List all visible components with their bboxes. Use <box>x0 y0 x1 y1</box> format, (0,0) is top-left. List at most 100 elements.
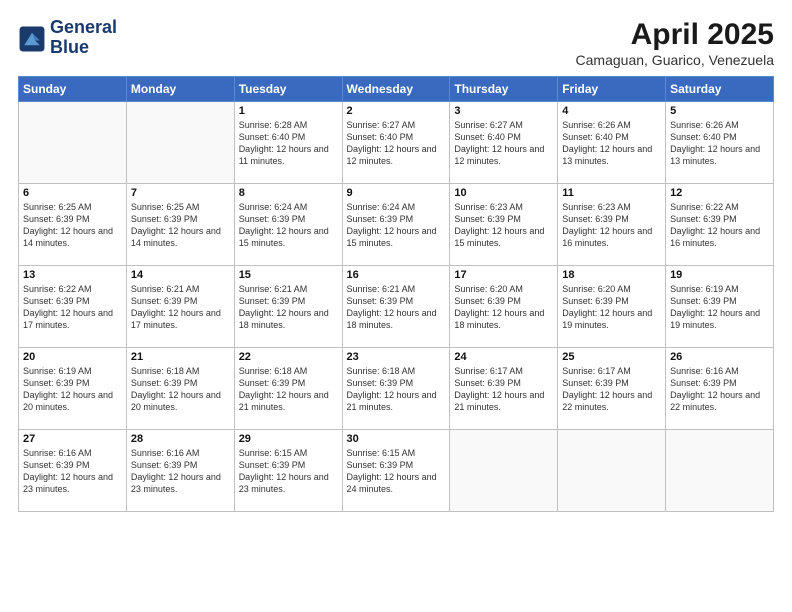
day-number: 13 <box>23 269 122 281</box>
day-detail: Sunrise: 6:26 AMSunset: 6:40 PMDaylight:… <box>562 119 661 168</box>
day-detail: Sunrise: 6:22 AMSunset: 6:39 PMDaylight:… <box>670 201 769 250</box>
calendar-cell: 4Sunrise: 6:26 AMSunset: 6:40 PMDaylight… <box>558 102 666 184</box>
calendar-cell: 24 Sunrise: 6:17 AMSunset: 6:39 PMDayligh… <box>450 348 558 430</box>
calendar-subtitle: Camaguan, Guarico, Venezuela <box>576 52 774 68</box>
day-number: 15 <box>239 269 338 281</box>
day-number: 9 <box>347 187 446 199</box>
day-detail: Sunrise: 6:15 AMSunset: 6:39 PMDaylight:… <box>347 447 446 496</box>
day-detail: Sunrise: 6:25 AMSunset: 6:39 PMDaylight:… <box>23 201 122 250</box>
day-detail: Sunrise: 6:26 AMSunset: 6:40 PMDaylight:… <box>670 119 769 168</box>
day-number: 16 <box>347 269 446 281</box>
calendar-cell: 26 Sunrise: 6:16 AMSunset: 6:39 PMDayligh… <box>666 348 774 430</box>
calendar-cell <box>126 102 234 184</box>
day-detail: Sunrise: 6:20 AMSunset: 6:39 PMDaylight:… <box>562 283 661 332</box>
day-detail: Sunrise: 6:16 AMSunset: 6:39 PMDaylight:… <box>670 365 769 414</box>
col-friday: Friday <box>558 77 666 102</box>
day-number: 28 <box>131 433 230 445</box>
day-detail: Sunrise: 6:18 AMSunset: 6:39 PMDaylight:… <box>131 365 230 414</box>
calendar-cell <box>666 430 774 512</box>
col-saturday: Saturday <box>666 77 774 102</box>
col-sunday: Sunday <box>19 77 127 102</box>
calendar-table: Sunday Monday Tuesday Wednesday Thursday… <box>18 76 774 512</box>
calendar-cell: 11 Sunrise: 6:23 AMSunset: 6:39 PMDayligh… <box>558 184 666 266</box>
col-wednesday: Wednesday <box>342 77 450 102</box>
day-detail: Sunrise: 6:16 AMSunset: 6:39 PMDaylight:… <box>131 447 230 496</box>
title-block: April 2025 Camaguan, Guarico, Venezuela <box>576 18 774 68</box>
day-number: 8 <box>239 187 338 199</box>
col-monday: Monday <box>126 77 234 102</box>
calendar-cell: 30 Sunrise: 6:15 AMSunset: 6:39 PMDayligh… <box>342 430 450 512</box>
day-number: 21 <box>131 351 230 363</box>
calendar-cell <box>450 430 558 512</box>
day-detail: Sunrise: 6:23 AMSunset: 6:39 PMDaylight:… <box>562 201 661 250</box>
day-number: 18 <box>562 269 661 281</box>
calendar-cell: 17 Sunrise: 6:20 AMSunset: 6:39 PMDayligh… <box>450 266 558 348</box>
calendar-cell: 14 Sunrise: 6:21 AMSunset: 6:39 PMDayligh… <box>126 266 234 348</box>
day-number: 14 <box>131 269 230 281</box>
calendar-cell: 3 Sunrise: 6:27 AMSunset: 6:40 PMDaylight… <box>450 102 558 184</box>
calendar-cell <box>558 430 666 512</box>
calendar-cell: 15Sunrise: 6:21 AMSunset: 6:39 PMDayligh… <box>234 266 342 348</box>
day-number: 6 <box>23 187 122 199</box>
day-detail: Sunrise: 6:16 AMSunset: 6:39 PMDaylight:… <box>23 447 122 496</box>
calendar-title: April 2025 <box>576 18 774 52</box>
day-detail: Sunrise: 6:27 AMSunset: 6:40 PMDaylight:… <box>454 119 553 168</box>
day-number: 23 <box>347 351 446 363</box>
calendar-cell: 29 Sunrise: 6:15 AMSunset: 6:39 PMDayligh… <box>234 430 342 512</box>
day-detail: Sunrise: 6:21 AMSunset: 6:39 PMDaylight:… <box>131 283 230 332</box>
day-detail: Sunrise: 6:27 AMSunset: 6:40 PMDaylight:… <box>347 119 446 168</box>
calendar-cell: 20Sunrise: 6:19 AMSunset: 6:39 PMDayligh… <box>19 348 127 430</box>
day-detail: Sunrise: 6:19 AMSunset: 6:39 PMDaylight:… <box>23 365 122 414</box>
calendar-cell: 6 Sunrise: 6:25 AMSunset: 6:39 PMDaylight… <box>19 184 127 266</box>
calendar-cell: 2Sunrise: 6:27 AMSunset: 6:40 PMDaylight… <box>342 102 450 184</box>
calendar-week-row: 27 Sunrise: 6:16 AMSunset: 6:39 PMDayligh… <box>19 430 774 512</box>
day-detail: Sunrise: 6:18 AMSunset: 6:39 PMDaylight:… <box>239 365 338 414</box>
day-number: 19 <box>670 269 769 281</box>
day-detail: Sunrise: 6:17 AMSunset: 6:39 PMDaylight:… <box>562 365 661 414</box>
day-number: 11 <box>562 187 661 199</box>
col-tuesday: Tuesday <box>234 77 342 102</box>
calendar-cell: 23 Sunrise: 6:18 AMSunset: 6:39 PMDayligh… <box>342 348 450 430</box>
day-number: 17 <box>454 269 553 281</box>
calendar-cell <box>19 102 127 184</box>
calendar-cell: 1 Sunrise: 6:28 AMSunset: 6:40 PMDaylight… <box>234 102 342 184</box>
day-detail: Sunrise: 6:15 AMSunset: 6:39 PMDaylight:… <box>239 447 338 496</box>
day-detail: Sunrise: 6:18 AMSunset: 6:39 PMDaylight:… <box>347 365 446 414</box>
calendar-cell: 25 Sunrise: 6:17 AMSunset: 6:39 PMDayligh… <box>558 348 666 430</box>
calendar-cell: 28 Sunrise: 6:16 AMSunset: 6:39 PMDayligh… <box>126 430 234 512</box>
day-detail: Sunrise: 6:28 AMSunset: 6:40 PMDaylight:… <box>239 119 338 168</box>
day-number: 26 <box>670 351 769 363</box>
day-number: 7 <box>131 187 230 199</box>
day-number: 25 <box>562 351 661 363</box>
day-number: 3 <box>454 105 553 117</box>
calendar-week-row: 13Sunrise: 6:22 AMSunset: 6:39 PMDayligh… <box>19 266 774 348</box>
logo-line1: General <box>50 18 117 38</box>
day-detail: Sunrise: 6:21 AMSunset: 6:39 PMDaylight:… <box>347 283 446 332</box>
page: General Blue April 2025 Camaguan, Guaric… <box>0 0 792 612</box>
day-number: 30 <box>347 433 446 445</box>
calendar-cell: 21 Sunrise: 6:18 AMSunset: 6:39 PMDayligh… <box>126 348 234 430</box>
day-detail: Sunrise: 6:25 AMSunset: 6:39 PMDaylight:… <box>131 201 230 250</box>
day-number: 27 <box>23 433 122 445</box>
day-number: 5 <box>670 105 769 117</box>
calendar-cell: 22 Sunrise: 6:18 AMSunset: 6:39 PMDayligh… <box>234 348 342 430</box>
header: General Blue April 2025 Camaguan, Guaric… <box>18 18 774 68</box>
day-detail: Sunrise: 6:20 AMSunset: 6:39 PMDaylight:… <box>454 283 553 332</box>
day-number: 24 <box>454 351 553 363</box>
calendar-cell: 5 Sunrise: 6:26 AMSunset: 6:40 PMDaylight… <box>666 102 774 184</box>
day-number: 22 <box>239 351 338 363</box>
day-number: 1 <box>239 105 338 117</box>
calendar-cell: 7 Sunrise: 6:25 AMSunset: 6:39 PMDaylight… <box>126 184 234 266</box>
calendar-cell: 16 Sunrise: 6:21 AMSunset: 6:39 PMDayligh… <box>342 266 450 348</box>
day-number: 12 <box>670 187 769 199</box>
calendar-week-row: 1 Sunrise: 6:28 AMSunset: 6:40 PMDaylight… <box>19 102 774 184</box>
calendar-cell: 8Sunrise: 6:24 AMSunset: 6:39 PMDaylight… <box>234 184 342 266</box>
calendar-cell: 19 Sunrise: 6:19 AMSunset: 6:39 PMDayligh… <box>666 266 774 348</box>
day-detail: Sunrise: 6:19 AMSunset: 6:39 PMDaylight:… <box>670 283 769 332</box>
calendar-cell: 12 Sunrise: 6:22 AMSunset: 6:39 PMDayligh… <box>666 184 774 266</box>
day-detail: Sunrise: 6:17 AMSunset: 6:39 PMDaylight:… <box>454 365 553 414</box>
calendar-cell: 18 Sunrise: 6:20 AMSunset: 6:39 PMDayligh… <box>558 266 666 348</box>
calendar-week-row: 20Sunrise: 6:19 AMSunset: 6:39 PMDayligh… <box>19 348 774 430</box>
day-number: 29 <box>239 433 338 445</box>
calendar-cell: 10Sunrise: 6:23 AMSunset: 6:39 PMDayligh… <box>450 184 558 266</box>
